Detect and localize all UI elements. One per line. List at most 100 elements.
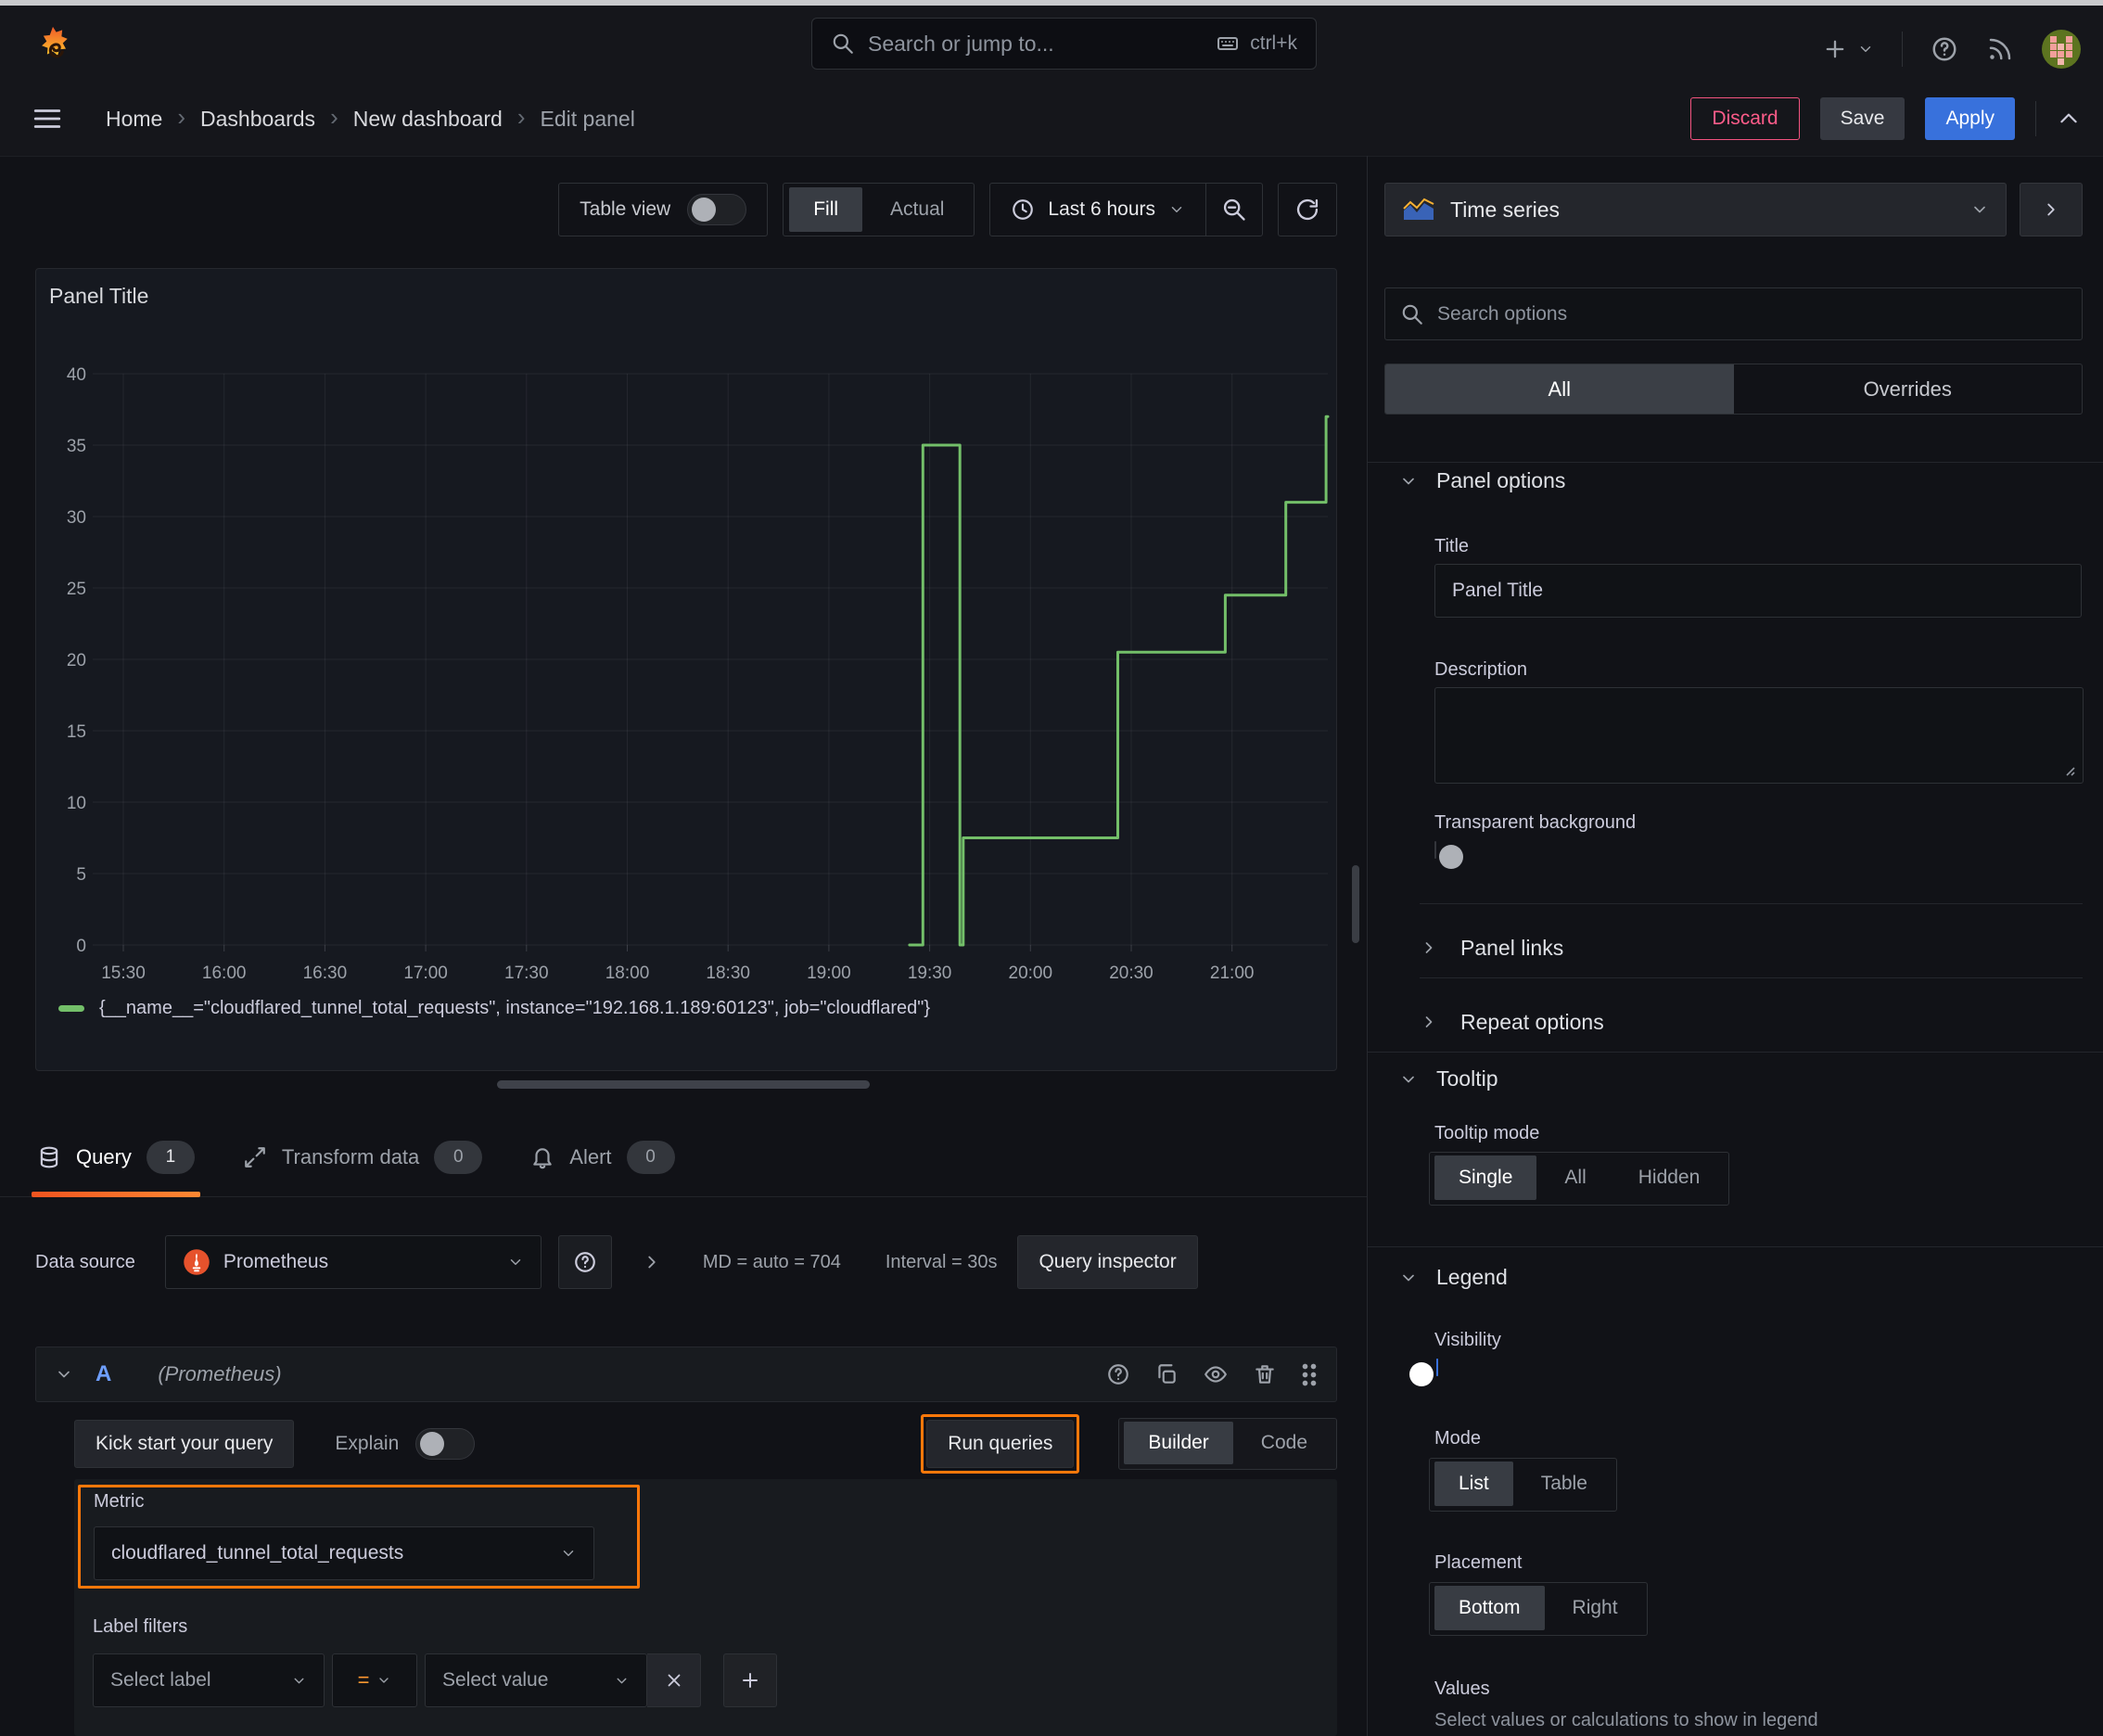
chevron-up-icon[interactable]	[2057, 107, 2081, 131]
query-datasource-name: (Prometheus)	[158, 1362, 282, 1385]
transparent-bg-toggle[interactable]	[1434, 841, 1463, 869]
query-ref-id: A	[96, 1361, 112, 1386]
tooltip-mode-switch: Single All Hidden	[1429, 1152, 1730, 1206]
drag-grip-icon[interactable]	[1301, 1362, 1318, 1386]
visibility-toggle[interactable]	[1409, 1359, 1438, 1386]
add-filter-button[interactable]	[723, 1653, 777, 1707]
new-menu-button[interactable]	[1822, 36, 1874, 62]
tooltip-mode-hidden[interactable]: Hidden	[1614, 1155, 1725, 1200]
chevron-right-icon[interactable]	[642, 1252, 662, 1272]
options-search[interactable]	[1384, 287, 2083, 340]
avatar[interactable]	[2042, 30, 2081, 69]
trash-icon[interactable]	[1253, 1362, 1277, 1386]
eye-icon[interactable]	[1203, 1362, 1229, 1386]
chevron-down-icon	[1403, 478, 1414, 484]
title-input[interactable]	[1450, 579, 2066, 603]
tab-alert[interactable]: Alert 0	[530, 1117, 675, 1197]
breadcrumb-home[interactable]: Home	[106, 107, 162, 132]
duplicate-icon[interactable]	[1154, 1362, 1179, 1386]
actual-option[interactable]: Actual	[866, 187, 968, 232]
discard-button[interactable]: Discard	[1690, 97, 1800, 140]
repeat-options-section[interactable]: Repeat options	[1420, 992, 1604, 1052]
apply-button[interactable]: Apply	[1925, 97, 2015, 140]
top-navbar: Search or jump to... ctrl+k	[0, 6, 2103, 83]
question-circle-icon[interactable]	[1106, 1362, 1130, 1386]
fill-option[interactable]: Fill	[789, 187, 863, 232]
code-option[interactable]: Code	[1237, 1422, 1332, 1464]
collapse-options-button[interactable]	[2020, 183, 2083, 236]
table-view-toggle[interactable]	[687, 194, 747, 225]
query-inspector-button[interactable]: Query inspector	[1017, 1235, 1198, 1289]
data-source-row: Data source Prometheus MD = auto = 704 I…	[35, 1233, 1337, 1291]
transform-count-badge: 0	[434, 1140, 483, 1174]
visualization-picker[interactable]: Time series	[1384, 183, 2007, 236]
legend-placement-switch: Bottom Right	[1429, 1582, 1648, 1636]
zoom-out-button[interactable]	[1206, 184, 1262, 236]
description-field[interactable]	[1434, 687, 2084, 788]
section-panel-options[interactable]: Panel options	[1399, 468, 1565, 493]
legend-mode-table[interactable]: Table	[1517, 1462, 1612, 1506]
chevron-down-icon	[1403, 1274, 1414, 1281]
tab-query[interactable]: Query 1	[32, 1117, 200, 1197]
data-source-help-button[interactable]	[557, 1235, 612, 1289]
resize-drag-handle[interactable]	[497, 1080, 870, 1089]
scope-overrides[interactable]: Overrides	[1734, 364, 2083, 414]
svg-text:0: 0	[76, 937, 86, 956]
time-range-picker[interactable]: Last 6 hours	[990, 184, 1205, 236]
section-tooltip[interactable]: Tooltip	[1399, 1066, 1498, 1091]
placement-right[interactable]: Right	[1549, 1586, 1642, 1630]
breadcrumb: Home › Dashboards › New dashboard › Edit…	[106, 82, 635, 156]
breadcrumb-dashboards[interactable]: Dashboards	[200, 107, 315, 132]
label-filters-label: Label filters	[93, 1616, 188, 1637]
explain-toggle[interactable]	[415, 1428, 476, 1460]
chevron-right-icon: ›	[330, 102, 338, 131]
series-label[interactable]: {__name__="cloudflared_tunnel_total_requ…	[99, 998, 930, 1019]
grafana-logo-icon[interactable]	[32, 24, 74, 67]
resize-handle-icon[interactable]	[2061, 762, 2076, 777]
time-series-chart[interactable]: 0 5 10 15 20 25 30 35 40 15:30 16:00 16:30 17:00 17:3…	[36, 269, 1336, 1070]
chevron-down-icon	[1860, 46, 1871, 52]
scope-all[interactable]: All	[1385, 364, 1734, 414]
select-value-dropdown[interactable]: Select value	[425, 1653, 647, 1707]
tooltip-mode-single[interactable]: Single	[1434, 1155, 1537, 1200]
select-label-dropdown[interactable]: Select label	[93, 1653, 325, 1707]
interval-stat: Interval = 30s	[885, 1251, 998, 1272]
divider	[2035, 101, 2036, 136]
table-view-control: Table view	[558, 183, 769, 236]
section-legend[interactable]: Legend	[1399, 1265, 1508, 1290]
tooltip-mode-all[interactable]: All	[1540, 1155, 1610, 1200]
builder-option[interactable]: Builder	[1124, 1422, 1233, 1464]
svg-text:15: 15	[67, 722, 86, 742]
database-icon	[40, 1146, 58, 1168]
legend-mode-list[interactable]: List	[1434, 1462, 1513, 1506]
help-button[interactable]	[1931, 35, 1958, 63]
run-queries-button[interactable]: Run queries	[926, 1420, 1075, 1468]
main-area: Table view Fill Actual Last 6 hours Pane…	[0, 156, 2103, 1736]
chart-legend: {__name__="cloudflared_tunnel_total_requ…	[58, 998, 930, 1019]
query-row-header[interactable]: A (Prometheus)	[35, 1347, 1337, 1402]
operator-dropdown[interactable]: =	[332, 1653, 417, 1707]
vertical-scrollbar[interactable]	[1352, 865, 1359, 943]
options-search-input[interactable]	[1435, 301, 2067, 326]
divider	[1368, 462, 2103, 463]
description-input[interactable]	[1434, 687, 2084, 784]
svg-text:17:30: 17:30	[504, 964, 549, 983]
search-icon	[1402, 304, 1422, 325]
news-button[interactable]	[1986, 35, 2014, 63]
query-count-badge: 1	[146, 1140, 195, 1174]
breadcrumb-new-dashboard[interactable]: New dashboard	[353, 107, 503, 132]
metric-select[interactable]: cloudflared_tunnel_total_requests	[94, 1526, 594, 1580]
global-search[interactable]: Search or jump to... ctrl+k	[811, 18, 1317, 70]
placement-bottom[interactable]: Bottom	[1434, 1586, 1545, 1630]
series-color-swatch[interactable]	[58, 1005, 84, 1012]
refresh-button[interactable]	[1278, 183, 1337, 236]
tab-transform-data[interactable]: Transform data 0	[243, 1117, 483, 1197]
data-source-picker[interactable]: Prometheus	[164, 1235, 542, 1289]
panel-links-section[interactable]: Panel links	[1420, 918, 1563, 977]
table-view-label: Table view	[580, 198, 671, 220]
title-field[interactable]	[1434, 564, 2082, 618]
kick-start-button[interactable]: Kick start your query	[74, 1420, 295, 1468]
menu-toggle[interactable]	[32, 82, 63, 156]
remove-filter-button[interactable]	[647, 1653, 701, 1707]
save-button[interactable]: Save	[1819, 97, 1905, 140]
